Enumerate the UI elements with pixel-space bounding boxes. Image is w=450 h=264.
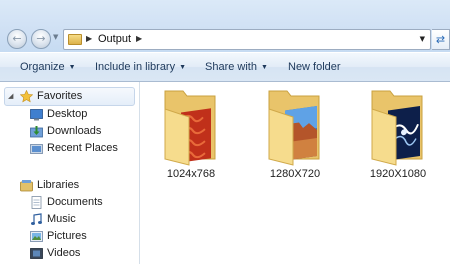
- organize-label: Organize: [20, 61, 65, 73]
- forward-button[interactable]: →: [31, 29, 51, 49]
- folder-name: 1024x768: [166, 168, 216, 180]
- folder-item[interactable]: 1280X720: [255, 87, 335, 187]
- sidebar-item-label: Videos: [47, 247, 81, 259]
- star-icon: [20, 90, 33, 103]
- refresh-icon: ⇄: [435, 33, 446, 46]
- refresh-button[interactable]: ⇄: [432, 29, 450, 50]
- back-button[interactable]: ←: [7, 29, 27, 49]
- back-arrow-icon: ←: [12, 32, 22, 45]
- new-folder-button[interactable]: New folder: [288, 61, 341, 73]
- recent-locations-dropdown[interactable]: ▼: [53, 33, 58, 41]
- music-icon: [31, 213, 42, 225]
- share-with-button[interactable]: Share with ▼: [205, 61, 268, 73]
- file-list: 1024x768 1280X720 1920X1080: [141, 82, 450, 264]
- expand-arrow-icon: ◢: [8, 93, 14, 100]
- forward-arrow-icon: →: [36, 32, 46, 45]
- videos-icon: [30, 248, 43, 259]
- new-folder-label: New folder: [288, 61, 341, 73]
- breadcrumb-output[interactable]: Output: [98, 33, 131, 45]
- command-bar: Organize ▼ Include in library ▼ Share with…: [0, 52, 450, 82]
- navigation-pane: Favorites ◢ Desktop Downloads Recent Pla…: [0, 82, 140, 264]
- sidebar-item-label: Recent Places: [47, 142, 118, 154]
- folder-icon: [268, 90, 320, 166]
- address-bar[interactable]: ▶ Output ▶ ▼: [63, 29, 431, 50]
- address-bar-area: ← → ▼ ▶ Output ▶ ▼ ⇄: [0, 0, 450, 52]
- chevron-down-icon: ▼: [68, 64, 76, 71]
- documents-icon: [31, 196, 42, 209]
- downloads-icon: [30, 126, 43, 138]
- share-with-label: Share with: [205, 61, 257, 73]
- chevron-down-icon: ▼: [179, 64, 187, 71]
- folder-item[interactable]: 1024x768: [151, 87, 231, 187]
- include-in-library-button[interactable]: Include in library ▼: [95, 61, 186, 73]
- folder-name: 1920X1080: [369, 168, 427, 180]
- sidebar-item-label: Pictures: [47, 230, 87, 242]
- folder-name: 1280X720: [269, 168, 321, 180]
- sidebar-item-label: Downloads: [47, 125, 102, 137]
- favorites-expand-toggle[interactable]: ◢: [8, 89, 18, 106]
- pictures-icon: [30, 231, 43, 242]
- sidebar-item-label: Favorites: [37, 90, 83, 102]
- sidebar-item-label: Libraries: [37, 179, 80, 191]
- sidebar-item-label: Documents: [47, 196, 103, 208]
- desktop-icon: [30, 109, 43, 121]
- breadcrumb-separator-icon[interactable]: ▶: [86, 34, 92, 43]
- sidebar-item-label: Desktop: [47, 108, 88, 120]
- folder-icon: [68, 34, 82, 45]
- sidebar-item-label: Music: [47, 213, 76, 225]
- folder-icon: [164, 90, 216, 166]
- breadcrumb-separator-icon[interactable]: ▶: [136, 34, 142, 43]
- include-in-library-label: Include in library: [95, 61, 176, 73]
- address-history-dropdown-icon[interactable]: ▼: [420, 35, 425, 43]
- chevron-down-icon: ▼: [260, 64, 268, 71]
- recent-places-icon: [30, 144, 43, 154]
- folder-icon: [371, 90, 423, 166]
- libraries-icon: [20, 180, 33, 192]
- organize-button[interactable]: Organize ▼: [20, 61, 76, 73]
- folder-item[interactable]: 1920X1080: [358, 87, 438, 187]
